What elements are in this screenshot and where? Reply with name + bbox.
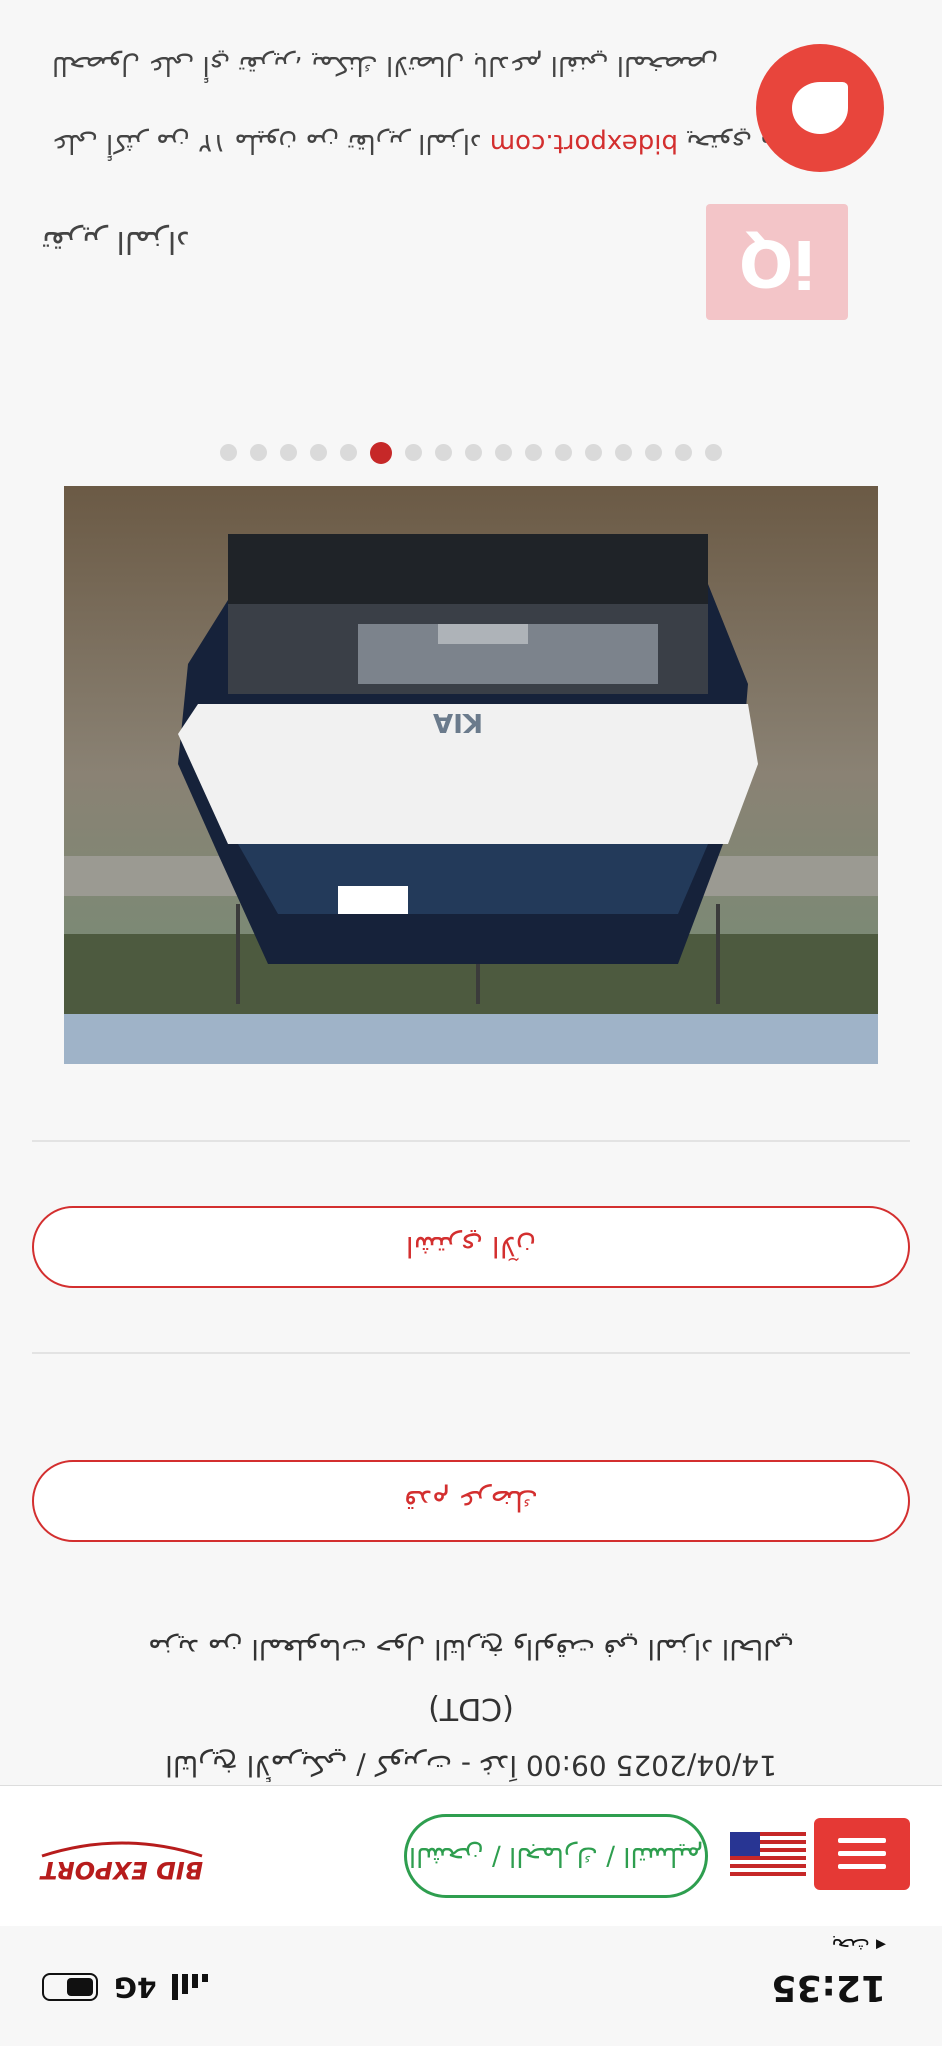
report-note: يحتوي موقع bidexport.com على أكثر من ١٢ …	[52, 128, 814, 158]
gallery-dot[interactable]	[310, 444, 327, 462]
report-note-2: للحصول على أي تقرير، يمكنك الاتصال بالدع…	[52, 50, 719, 80]
gallery-dot[interactable]	[340, 444, 357, 462]
gallery-dot[interactable]	[585, 444, 602, 462]
auction-timezone: (CDT)	[428, 1691, 514, 1726]
bidexport-logo[interactable]: BID EXPORT	[32, 1836, 212, 1886]
auction-date: التاريخ الأمريكي / كوبرت - غداً 09:00 14…	[165, 1749, 777, 1782]
gallery-dot[interactable]	[645, 444, 662, 462]
svg-text:BID EXPORT: BID EXPORT	[39, 1856, 203, 1884]
report-note-suffix: على أكثر من ١٢ مليون من تقارير المزاد	[52, 128, 482, 158]
back-to-search[interactable]: ◂ بحث	[831, 1934, 886, 1958]
damaged-car-image: KIA	[64, 486, 878, 1064]
iq-badge[interactable]: iQ	[706, 204, 848, 320]
network-type: 4G	[114, 1971, 157, 2004]
bidexport-logo-icon: BID EXPORT	[39, 1841, 203, 1884]
divider	[32, 1352, 910, 1354]
site-header: الشحن / الجمارك / التسليم BID EXPORT	[0, 1785, 942, 1926]
clock: 12:35	[771, 1967, 886, 2008]
gallery-dot[interactable]	[615, 444, 632, 462]
gallery-dot[interactable]	[705, 444, 722, 462]
bid-button[interactable]: قدم عرضك	[32, 1460, 910, 1542]
gallery-pagination	[0, 442, 942, 464]
shipping-calculator-button[interactable]: الشحن / الجمارك / التسليم	[404, 1814, 708, 1898]
gallery-dot[interactable]	[220, 444, 237, 462]
chat-icon	[792, 82, 848, 134]
svg-text:KIA: KIA	[433, 707, 483, 737]
buy-now-button[interactable]: اشتري الآن	[32, 1206, 910, 1288]
status-bar: 12:35 ◂ بحث 4G	[0, 1926, 942, 2046]
gallery-dot[interactable]	[465, 444, 482, 462]
gallery-dot[interactable]	[525, 444, 542, 462]
gallery-dot[interactable]	[435, 444, 452, 462]
vehicle-photo[interactable]: KIA	[64, 486, 878, 1064]
gallery-dot[interactable]	[495, 444, 512, 462]
gallery-dot[interactable]	[555, 444, 572, 462]
screen: 12:35 ◂ بحث 4G الشحن / الجمارك / التسليم…	[0, 0, 942, 2046]
gallery-dot[interactable]	[405, 444, 422, 462]
gallery-dot[interactable]	[250, 444, 267, 462]
chat-button[interactable]	[756, 44, 884, 172]
signal-icon	[172, 1974, 209, 2001]
gallery-dot-active[interactable]	[370, 442, 392, 464]
menu-button[interactable]	[814, 1818, 910, 1890]
bidexport-link[interactable]: bidexport.com	[490, 128, 678, 158]
gallery-dot[interactable]	[280, 444, 297, 462]
us-flag-icon[interactable]	[730, 1832, 806, 1876]
report-section-title: تقرير المزاد	[42, 224, 190, 259]
status-icons: 4G	[42, 1971, 209, 2004]
auction-more-info: مزيد من المعلومات حول التاريخ والوقت في …	[148, 1633, 794, 1664]
gallery-dot[interactable]	[675, 444, 692, 462]
divider	[32, 1140, 910, 1142]
battery-icon	[42, 1973, 98, 2002]
